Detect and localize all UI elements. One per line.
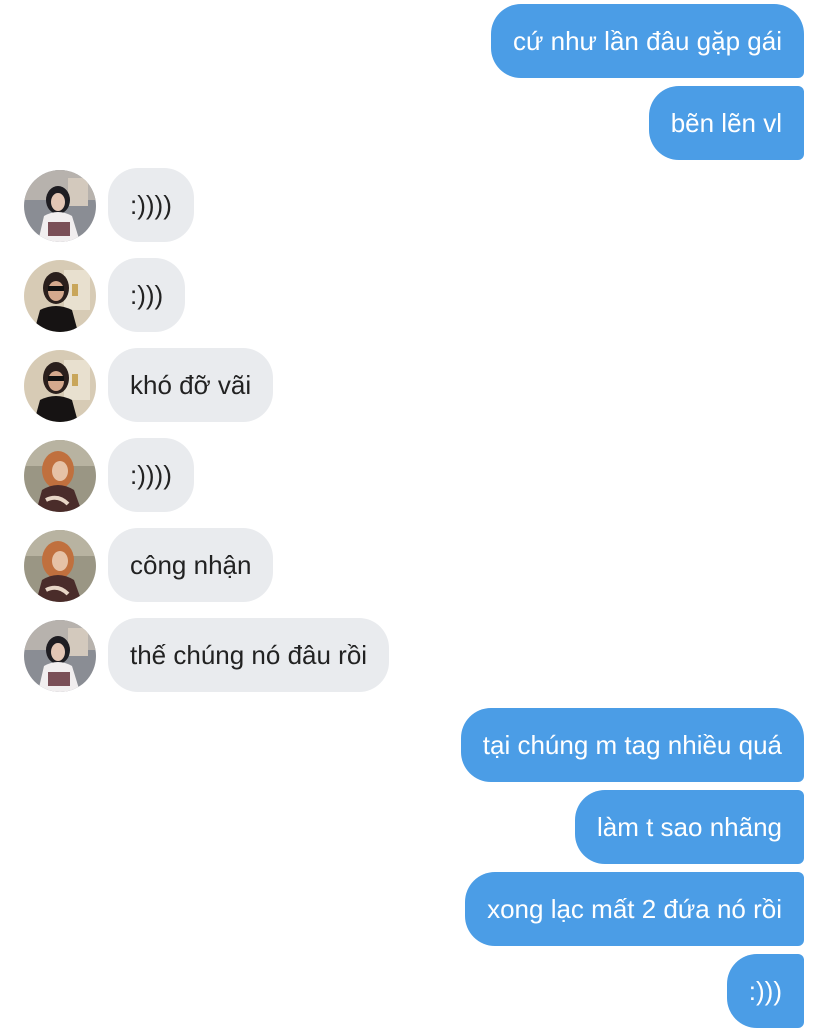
incoming-message-bubble[interactable]: :))) [108, 258, 186, 332]
sender-avatar[interactable] [24, 170, 96, 242]
sender-avatar[interactable] [24, 260, 96, 332]
outgoing-message-bubble[interactable]: :))) [726, 954, 804, 1028]
sender-avatar[interactable] [24, 350, 96, 422]
sender-avatar[interactable] [24, 620, 96, 692]
sender-avatar[interactable] [24, 530, 96, 602]
outgoing-message-bubble[interactable]: cứ như lần đâu gặp gái [490, 4, 804, 78]
outgoing-message-bubble[interactable]: tại chúng m tag nhiều quá [460, 708, 804, 782]
outgoing-message-bubble[interactable]: bẽn lẽn vl [648, 86, 804, 160]
incoming-message-bubble[interactable]: khó đỡ vãi [108, 348, 274, 422]
outgoing-message-bubble[interactable]: làm t sao nhãng [574, 790, 804, 864]
incoming-message-bubble[interactable]: :)))) [108, 168, 194, 242]
incoming-message-bubble[interactable]: :)))) [108, 438, 194, 512]
outgoing-message-bubble[interactable]: xong lạc mất 2 đứa nó rồi [465, 872, 804, 946]
message-thread: cứ như lần đâu gặp gái bẽn lẽn vl :)))) … [0, 0, 828, 1032]
incoming-message-bubble[interactable]: thế chúng nó đâu rồi [108, 618, 390, 692]
incoming-message-bubble[interactable]: công nhận [108, 528, 274, 602]
sender-avatar[interactable] [24, 440, 96, 512]
